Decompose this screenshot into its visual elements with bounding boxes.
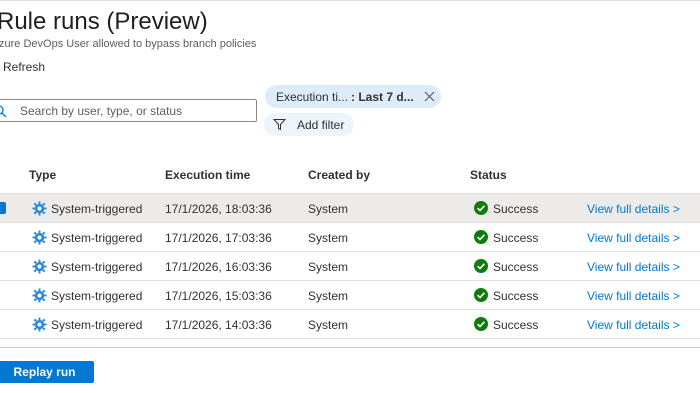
row-execution-time: 17/1/2026, 14:03:36 (165, 318, 272, 332)
view-full-details-link[interactable]: View full details > (587, 260, 680, 274)
search-icon (0, 105, 7, 117)
close-icon[interactable] (424, 91, 435, 102)
page-title: Rule runs (Preview) (0, 8, 208, 35)
gear-icon (32, 259, 47, 274)
row-status: Success (493, 289, 539, 303)
check-circle-icon (474, 230, 488, 244)
column-header-status[interactable]: Status (470, 168, 507, 182)
view-full-details-link[interactable]: View full details > (587, 202, 680, 216)
row-type: System-triggered (51, 202, 143, 216)
add-filter-label: Add filter (297, 118, 345, 132)
search-box[interactable] (0, 99, 257, 122)
row-status: Success (493, 318, 539, 332)
row-status: Success (493, 231, 539, 245)
row-selected-indicator[interactable] (0, 202, 6, 214)
view-full-details-link[interactable]: View full details > (587, 231, 680, 245)
table-header: Type Execution time Created by Status (0, 160, 700, 194)
gear-icon (32, 201, 47, 216)
gear-icon (32, 230, 47, 245)
view-full-details-link[interactable]: View full details > (587, 289, 680, 303)
row-created-by: System (308, 260, 349, 274)
row-status: Success (493, 260, 539, 274)
rule-runs-page: Rule runs (Preview) zure DevOps User all… (0, 0, 700, 393)
column-header-type[interactable]: Type (29, 168, 56, 182)
check-circle-icon (474, 288, 488, 302)
row-execution-time: 17/1/2026, 16:03:36 (165, 260, 272, 274)
table-row[interactable]: System-triggered 17/1/2026, 17:03:36 Sys… (0, 223, 700, 252)
gear-icon (32, 317, 47, 332)
filter-icon (273, 119, 286, 131)
table-bottom-divider (0, 347, 700, 348)
filter-chip-value: : Last 7 d... (351, 90, 414, 104)
row-execution-time: 17/1/2026, 15:03:36 (165, 289, 272, 303)
column-header-execution-time[interactable]: Execution time (165, 168, 250, 182)
check-circle-icon (474, 317, 488, 331)
check-circle-icon (474, 259, 488, 273)
row-created-by: System (308, 289, 349, 303)
row-type: System-triggered (51, 318, 143, 332)
execution-time-filter-chip[interactable]: Execution ti... : Last 7 d... (265, 85, 441, 108)
check-circle-icon (474, 201, 488, 215)
row-execution-time: 17/1/2026, 17:03:36 (165, 231, 272, 245)
row-status: Success (493, 202, 539, 216)
table-row[interactable]: System-triggered 17/1/2026, 18:03:36 Sys… (0, 194, 700, 223)
replay-run-button[interactable]: Replay run (0, 361, 94, 383)
add-filter-button[interactable]: Add filter (264, 113, 354, 136)
refresh-button[interactable]: Refresh (3, 60, 45, 74)
column-header-created-by[interactable]: Created by (308, 168, 370, 182)
row-type: System-triggered (51, 231, 143, 245)
row-type: System-triggered (51, 260, 143, 274)
row-execution-time: 17/1/2026, 18:03:36 (165, 202, 272, 216)
filter-chip-label: Execution ti... (276, 90, 349, 104)
gear-icon (32, 288, 47, 303)
row-type: System-triggered (51, 289, 143, 303)
table-row[interactable]: System-triggered 17/1/2026, 16:03:36 Sys… (0, 252, 700, 281)
row-created-by: System (308, 318, 349, 332)
top-divider (0, 0, 700, 1)
view-full-details-link[interactable]: View full details > (587, 318, 680, 332)
table-row[interactable]: System-triggered 17/1/2026, 15:03:36 Sys… (0, 281, 700, 310)
table-row[interactable]: System-triggered 17/1/2026, 14:03:36 Sys… (0, 310, 700, 339)
page-subtitle: zure DevOps User allowed to bypass branc… (0, 38, 257, 50)
row-created-by: System (308, 231, 349, 245)
search-input[interactable] (20, 102, 250, 119)
row-created-by: System (308, 202, 349, 216)
